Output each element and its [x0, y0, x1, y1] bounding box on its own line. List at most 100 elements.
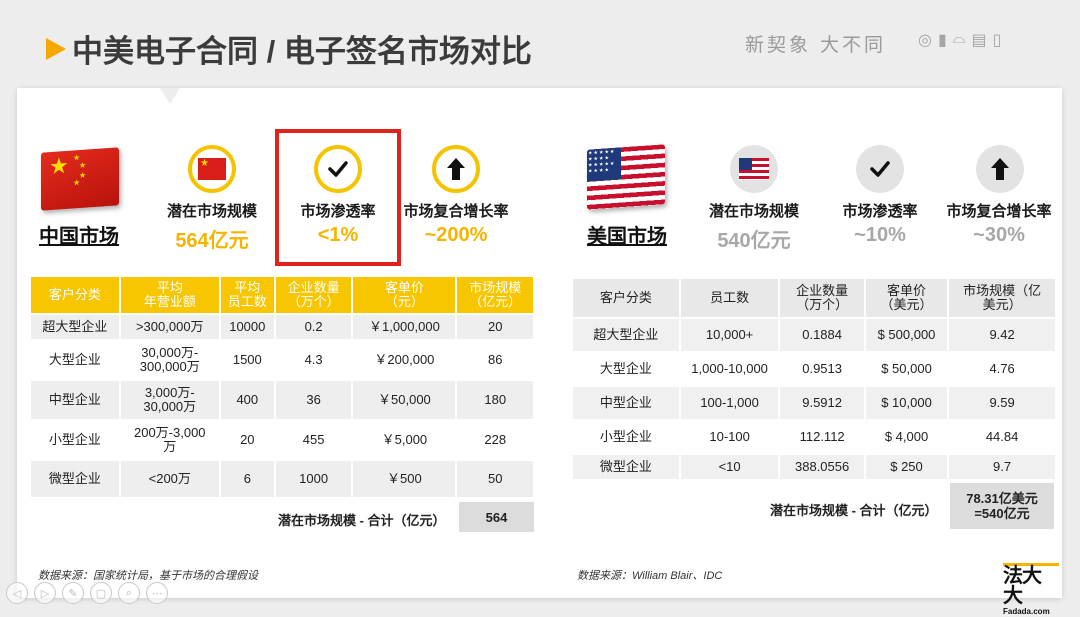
china-flag-icon: ★ ★ ★ ★ ★: [41, 147, 119, 211]
table-cell: $ 250: [865, 455, 948, 479]
table-row: 超大型企业 10,000+ 0.1884 $ 500,000 9.42: [573, 319, 1055, 351]
table-cell: 4.76: [949, 353, 1055, 385]
table-cell: 超大型企业: [573, 319, 679, 351]
table-cell: 86: [457, 341, 533, 379]
table-cell: 中型企业: [31, 381, 119, 419]
usa-cagr-value: ~30%: [973, 224, 1025, 246]
china-total-label: 潜在市场规模 - 合计（亿元）: [278, 513, 446, 528]
table-row: 中型企业 3,000万- 30,000万 400 36 ￥50,000 180: [31, 381, 533, 419]
china-flag-icon: ★: [188, 145, 236, 193]
usa-market-size-label: 潜在市场规模: [708, 203, 799, 220]
glasses-icon: ⌓: [952, 30, 966, 47]
table-cell: ￥1,000,000: [353, 315, 456, 339]
china-total-value: 564: [459, 502, 534, 532]
table-row: 小型企业 10-100 112.112 $ 4,000 44.84: [573, 421, 1055, 453]
column-header: 平均 员工数: [220, 277, 274, 313]
table-row: 中型企业 100-1,000 9.5912 $ 10,000 9.59: [573, 387, 1055, 419]
table-cell: 0.2: [275, 315, 352, 339]
slogan: 新契象 大不同: [745, 34, 887, 56]
china-market-table: 客户分类 平均 年营业额 平均 员工数 企业数量 （万个） 客单价 （元） 市场…: [29, 275, 535, 499]
column-header: 客户分类: [31, 277, 119, 313]
table-cell: 50: [457, 461, 533, 497]
table-cell: ￥50,000: [353, 381, 456, 419]
table-cell: 微型企业: [573, 455, 679, 479]
usa-total-value: 78.31亿美元 =540亿元: [950, 483, 1054, 529]
table-cell: 400: [220, 381, 274, 419]
china-cagr-label: 市场复合增长率: [403, 203, 509, 220]
table-header-row: 客户分类 员工数 企业数量 （万个） 客单价 （美元） 市场规模（亿 美元）: [573, 279, 1055, 317]
table-cell: 小型企业: [31, 421, 119, 459]
column-header: 员工数: [680, 279, 779, 317]
column-header: 企业数量 （万个）: [275, 277, 352, 313]
table-cell: 6: [220, 461, 274, 497]
table-cell: 112.112: [780, 421, 864, 453]
china-market-size-value: 564亿元: [175, 230, 249, 252]
title-arrow-icon: [46, 38, 66, 60]
usa-data-source: 数据来源：William Blair、IDC: [577, 570, 723, 582]
usa-penetration-label: 市场渗透率: [842, 203, 918, 220]
table-cell: 455: [275, 421, 352, 459]
page-title: 中美电子合同 / 电子签名市场对比: [72, 34, 532, 69]
usa-flag-icon: ★★★★★ ★★★★ ★★★★★ ★★★★: [587, 144, 665, 210]
china-market-size-label: 潜在市场规模: [166, 203, 257, 220]
penetration-highlight-box: [275, 129, 401, 266]
table-cell: 36: [275, 381, 352, 419]
table-cell: 大型企业: [31, 341, 119, 379]
table-cell: 1,000-10,000: [680, 353, 779, 385]
table-row: 大型企业 30,000万- 300,000万 1500 4.3 ￥200,000…: [31, 341, 533, 379]
table-cell: 20: [220, 421, 274, 459]
table-cell: 9.7: [949, 455, 1055, 479]
table-cell: 1000: [275, 461, 352, 497]
table-header-row: 客户分类 平均 年营业额 平均 员工数 企业数量 （万个） 客单价 （元） 市场…: [31, 277, 533, 313]
panel-notch: [160, 88, 180, 104]
table-cell: 9.5912: [780, 387, 864, 419]
eye-icon: ◎: [918, 32, 932, 49]
table-cell: ￥5,000: [353, 421, 456, 459]
table-cell: ￥200,000: [353, 341, 456, 379]
table-cell: $ 50,000: [865, 353, 948, 385]
document-icon: ▤: [971, 32, 987, 49]
table-row: 大型企业 1,000-10,000 0.9513 $ 50,000 4.76: [573, 353, 1055, 385]
table-cell: 20: [457, 315, 533, 339]
table-row: 小型企业 200万-3,000 万 20 455 ￥5,000 228: [31, 421, 533, 459]
table-cell: 10,000+: [680, 319, 779, 351]
table-row: 微型企业 <10 388.0556 $ 250 9.7: [573, 455, 1055, 479]
table-cell: 超大型企业: [31, 315, 119, 339]
usa-penetration-value: ~10%: [854, 224, 906, 246]
table-cell: 180: [457, 381, 533, 419]
table-cell: 10-100: [680, 421, 779, 453]
next-icon[interactable]: ▷: [34, 582, 56, 604]
column-header: 客户分类: [573, 279, 679, 317]
table-cell: 大型企业: [573, 353, 679, 385]
column-header: 客单价 （美元）: [865, 279, 948, 317]
china-market-label: 中国市场: [39, 226, 119, 248]
logo-text: Fadada.com: [1003, 607, 1050, 616]
more-icon[interactable]: ⋯: [146, 582, 168, 604]
table-row: 微型企业 <200万 6 1000 ￥500 50: [31, 461, 533, 497]
table-cell: 388.0556: [780, 455, 864, 479]
china-data-source: 数据来源：国家统计局，基于市场的合理假设: [38, 570, 258, 582]
pages-icon[interactable]: ▢: [90, 582, 112, 604]
column-header: 企业数量 （万个）: [780, 279, 864, 317]
pen-icon[interactable]: ✎: [62, 582, 84, 604]
column-header: 平均 年营业额: [120, 277, 219, 313]
table-cell: 0.1884: [780, 319, 864, 351]
table-cell: 4.3: [275, 341, 352, 379]
usa-market-table: 客户分类 员工数 企业数量 （万个） 客单价 （美元） 市场规模（亿 美元） 超…: [571, 277, 1057, 481]
table-cell: >300,000万: [120, 315, 219, 339]
table-cell: 3,000万- 30,000万: [120, 381, 219, 419]
table-cell: 小型企业: [573, 421, 679, 453]
usa-market-label: 美国市场: [587, 226, 667, 248]
table-cell: 100-1,000: [680, 387, 779, 419]
usa-total-label: 潜在市场规模 - 合计（亿元）: [770, 503, 938, 518]
logo-mark: 法大大: [1003, 563, 1059, 606]
previous-icon[interactable]: ◁: [6, 582, 28, 604]
china-cagr-value: ~200%: [424, 224, 488, 246]
usa-market-size-value: 540亿元: [717, 230, 791, 252]
tablet-icon: ▯: [992, 32, 1002, 49]
column-header: 市场规模 （亿元）: [457, 277, 533, 313]
table-row: 超大型企业 >300,000万 10000 0.2 ￥1,000,000 20: [31, 315, 533, 339]
table-cell: $ 10,000: [865, 387, 948, 419]
column-header: 客单价 （元）: [353, 277, 456, 313]
zoom-icon[interactable]: ⌕: [118, 582, 140, 604]
